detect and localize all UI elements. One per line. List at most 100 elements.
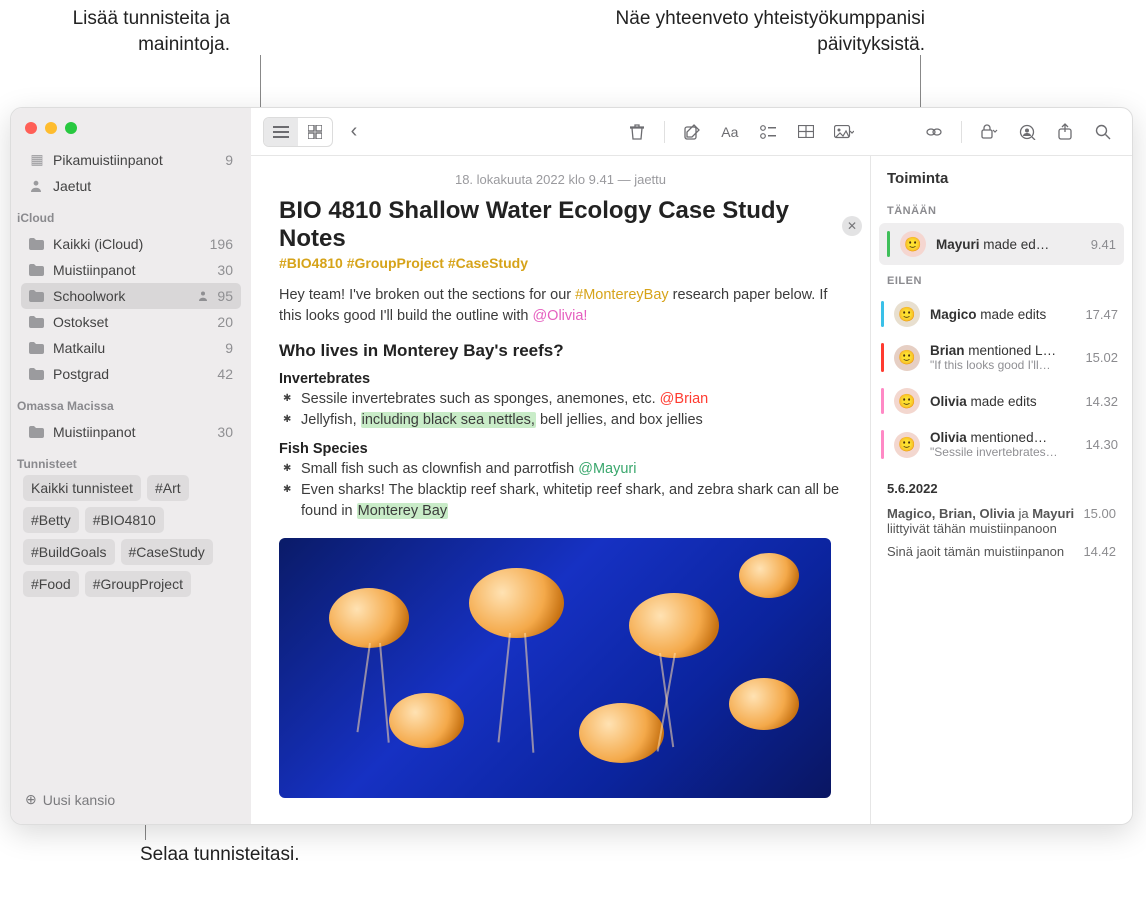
sidebar-item-label: Matkailu [53, 340, 217, 356]
tag-chip[interactable]: #BIO4810 [85, 507, 164, 533]
quicknote-icon: ▦ [29, 151, 45, 168]
checklist-button[interactable] [751, 118, 785, 146]
note-title: BIO 4810 Shallow Water Ecology Case Stud… [279, 197, 842, 253]
minimize-window-button[interactable] [45, 122, 57, 134]
activity-color-bar [881, 388, 884, 414]
sidebar-item-label: Muistiinpanot [53, 424, 209, 440]
note-heading: Who lives in Monterey Bay's reefs? [279, 341, 842, 361]
note-subheading: Invertebrates [279, 371, 842, 387]
sidebar-item-count: 9 [225, 340, 233, 356]
sidebar-item-folder[interactable]: Muistiinpanot30 [21, 257, 241, 283]
sidebar-group-header: iCloud [11, 205, 251, 229]
list-item: Even sharks! The blacktip reef shark, wh… [301, 480, 842, 522]
avatar: 🙂 [894, 388, 920, 414]
tag-chip[interactable]: #Betty [23, 507, 79, 533]
folder-icon [29, 290, 45, 302]
note-date: 18. lokakuuta 2022 klo 9.41 — jaettu [279, 168, 842, 197]
activity-item[interactable]: 🙂Mayuri made ed…9.41 [879, 223, 1124, 265]
note-list: Sessile invertebrates such as sponges, a… [279, 389, 842, 431]
shared-badge-icon [197, 290, 209, 302]
share-button[interactable] [1048, 118, 1082, 146]
sidebar-item-shared[interactable]: Jaetut [21, 173, 241, 199]
sidebar-item-label: Muistiinpanot [53, 262, 209, 278]
list-item: Sessile invertebrates such as sponges, a… [301, 389, 842, 410]
activity-item[interactable]: 🙂Magico made edits17.47 [871, 293, 1132, 335]
folder-icon [29, 316, 45, 328]
grid-view-button[interactable] [298, 118, 332, 146]
link-button[interactable] [917, 118, 951, 146]
list-view-button[interactable] [264, 118, 298, 146]
tag-chip[interactable]: #BuildGoals [23, 539, 115, 565]
activity-time: 9.41 [1091, 237, 1116, 252]
sidebar-item-count: 42 [217, 366, 233, 382]
tag-chip[interactable]: Kaikki tunnisteet [23, 475, 141, 501]
sidebar-item-label: Kaikki (iCloud) [53, 236, 202, 252]
activity-item[interactable]: 🙂 Olivia made edits 14.32 [871, 380, 1132, 422]
activity-time: 14.32 [1085, 394, 1118, 409]
search-button[interactable] [1086, 118, 1120, 146]
tag-chip[interactable]: #CaseStudy [121, 539, 213, 565]
sidebar-item-folder[interactable]: Matkailu 9 [21, 335, 241, 361]
sidebar-item-folder[interactable]: Kaikki (iCloud)196 [21, 231, 241, 257]
sidebar-tags: Kaikki tunnisteet#Art #Betty#BIO4810 #Buil… [11, 475, 251, 597]
activity-time: 14.30 [1085, 437, 1118, 452]
callout-tags-mentions: Lisää tunnisteita ja mainintoja. [10, 6, 230, 57]
activity-plain-item: Magico, Brian, Olivia ja Mayuri liittyiv… [871, 502, 1132, 540]
activity-text: Mayuri made ed… [936, 237, 1081, 252]
activity-text: Brian mentioned L…"If this looks good I'… [930, 343, 1075, 372]
sidebar-item-folder[interactable]: Postgrad42 [21, 361, 241, 387]
trash-button[interactable] [620, 118, 654, 146]
folder-icon [29, 264, 45, 276]
sidebar-item-folder[interactable]: Ostokset 20 [21, 309, 241, 335]
toolbar: ‹ Aa [251, 108, 1132, 156]
tag-chip[interactable]: #Art [147, 475, 189, 501]
note-area: ✕ 18. lokakuuta 2022 klo 9.41 — jaettu B… [251, 156, 1132, 824]
sidebar-item-count: 30 [217, 424, 233, 440]
avatar: 🙂 [894, 432, 920, 458]
note-body[interactable]: ✕ 18. lokakuuta 2022 klo 9.41 — jaettu B… [251, 156, 870, 824]
tag-chip[interactable]: #GroupProject [85, 571, 191, 597]
activity-section-header: EILEN [871, 265, 1132, 293]
sidebar-group-header: Omassa Macissa [11, 393, 251, 417]
collaborate-button[interactable] [1010, 118, 1044, 146]
activity-pane: Toiminta TÄNÄÄN🙂Mayuri made ed…9.41EILEN… [870, 156, 1132, 824]
new-folder-button[interactable]: ⊕ Uusi kansio [11, 781, 251, 818]
media-button[interactable] [827, 118, 861, 146]
activity-text: Olivia mentioned…"Sessile invertebrates… [930, 430, 1075, 459]
list-item: Small fish such as clownfish and parrotf… [301, 459, 842, 480]
activity-item[interactable]: 🙂 Olivia mentioned…"Sessile invertebrates… [871, 422, 1132, 467]
back-button[interactable]: ‹ [337, 118, 371, 146]
sidebar-item-folder[interactable]: Schoolwork95 [21, 283, 241, 309]
folder-icon [29, 426, 45, 438]
activity-text: Olivia made edits [930, 394, 1075, 409]
sidebar-item-folder[interactable]: Muistiinpanot 30 [21, 419, 241, 445]
lock-button[interactable] [972, 118, 1006, 146]
folder-icon [29, 368, 45, 380]
activity-color-bar [881, 430, 884, 459]
sidebar-item-quicknotes[interactable]: ▦ Pikamuistiinpanot 9 [21, 146, 241, 173]
window-controls [11, 108, 251, 144]
compose-button[interactable] [675, 118, 709, 146]
activity-text: Magico made edits [930, 307, 1075, 322]
format-button[interactable]: Aa [713, 118, 747, 146]
folder-icon [29, 342, 45, 354]
sidebar: ▦ Pikamuistiinpanot 9 Jaetut iCloud Kaik… [11, 108, 251, 824]
table-button[interactable] [789, 118, 823, 146]
activity-item[interactable]: 🙂Brian mentioned L…"If this looks good I… [871, 335, 1132, 380]
callout-activity: Näe yhteenveto yhteistyökumppanisi päivi… [420, 6, 925, 57]
sidebar-item-count: 20 [217, 314, 233, 330]
activity-title: Toiminta [871, 156, 1132, 195]
sidebar-tags-header: Tunnisteet [11, 451, 251, 475]
note-image-jellyfish [279, 538, 831, 798]
new-folder-label: Uusi kansio [43, 792, 115, 808]
tag-chip[interactable]: #Food [23, 571, 79, 597]
note-list: Small fish such as clownfish and parrotf… [279, 459, 842, 522]
plus-circle-icon: ⊕ [25, 791, 37, 808]
activity-time: 15.02 [1085, 350, 1118, 365]
close-window-button[interactable] [25, 122, 37, 134]
activity-color-bar [881, 301, 884, 327]
close-activity-button[interactable]: ✕ [842, 216, 862, 236]
sidebar-item-label: Ostokset [53, 314, 209, 330]
zoom-window-button[interactable] [65, 122, 77, 134]
note-subheading: Fish Species [279, 441, 842, 457]
